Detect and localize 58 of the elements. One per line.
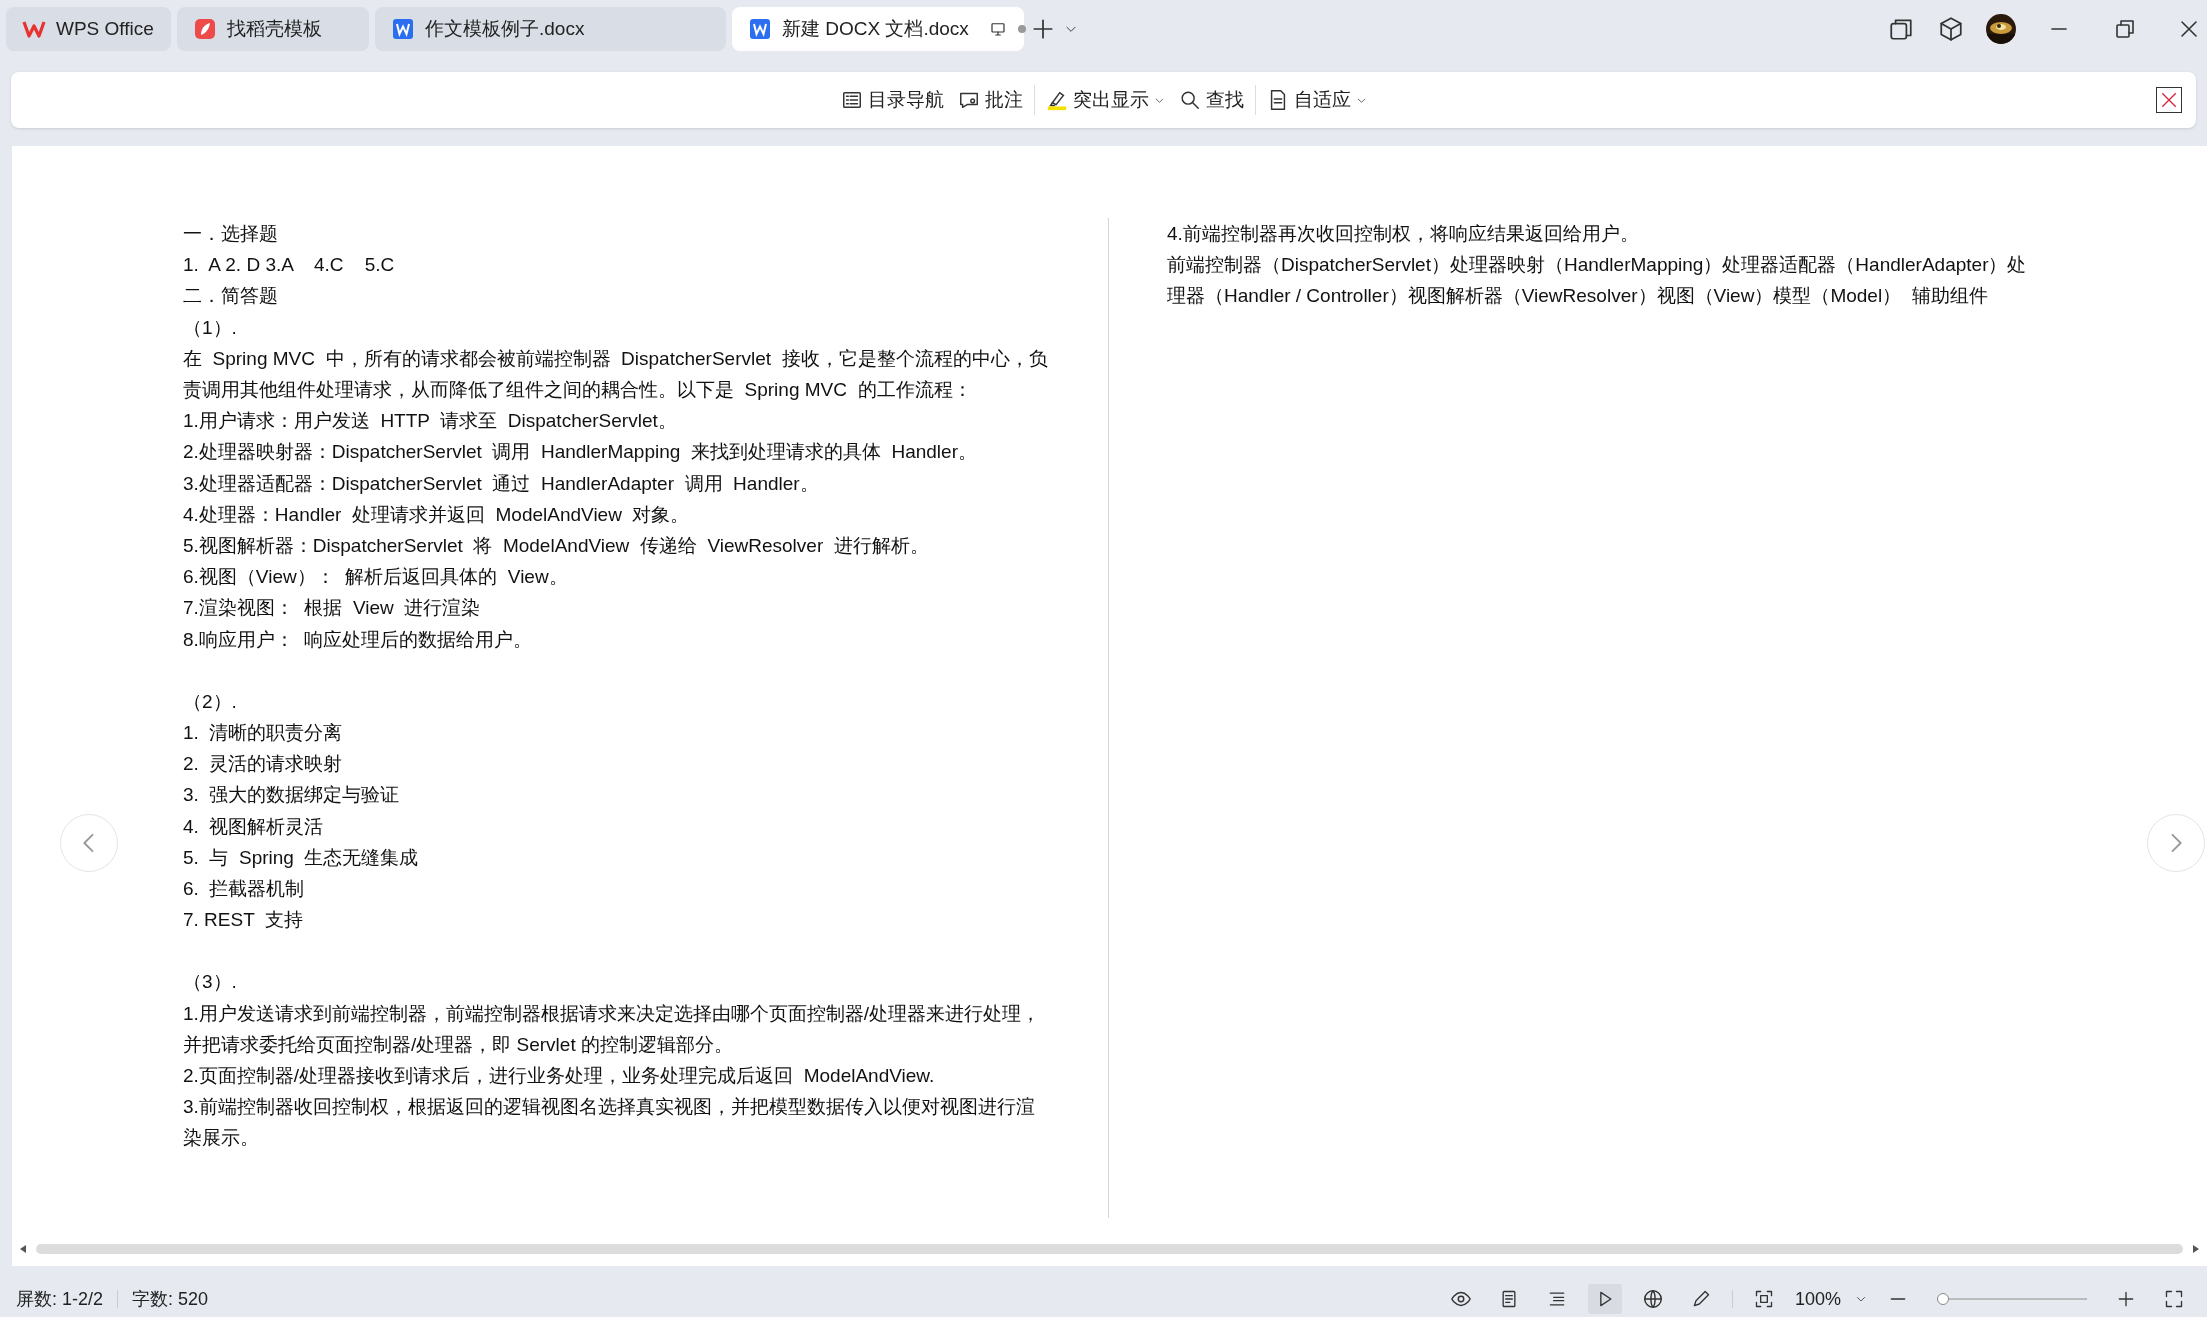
- highlighter-icon: [1045, 89, 1068, 111]
- cube-icon[interactable]: [1938, 16, 1964, 42]
- paragraph: 1.用户发送请求到前端控制器，前端控制器根据请求来决定选择由哪个页面控制器/处理器来进行处理，并把请求委托给页面控制器/处理器，即 Servlet 的控制逻辑部分。: [183, 1001, 1042, 1057]
- globe-icon[interactable]: [1641, 1288, 1664, 1310]
- word-count: 字数: 520: [132, 1288, 209, 1311]
- paragraph: 7. REST 支持: [183, 908, 304, 933]
- paragraph: 2. 灵活的请求映射: [183, 752, 344, 777]
- zoom-value[interactable]: 100%: [1794, 1288, 1841, 1310]
- paragraph: 二．简答题: [183, 284, 279, 309]
- paragraph: 一．选择题: [183, 222, 279, 246]
- paragraph: 4.处理器：Handler 处理请求并返回 ModelAndView 对象。: [183, 502, 691, 527]
- page-count: 屏数: 1-2/2: [16, 1288, 104, 1311]
- outline-icon: [840, 89, 863, 111]
- zoom-in-icon[interactable]: [2116, 1289, 2136, 1309]
- paragraph: 6. 拦截器机制: [183, 877, 306, 902]
- paragraph: 4.前端控制器再次收回控制权，将响应结果返回给用户。: [1167, 222, 1640, 246]
- dot-icon: [1016, 24, 1027, 34]
- horizontal-scrollbar[interactable]: [36, 1244, 2183, 1254]
- monitor-icon: [988, 20, 1007, 38]
- toolbar-button[interactable]: 突出显示: [1038, 83, 1172, 117]
- toolbar-button[interactable]: 自适应: [1259, 83, 1374, 117]
- restore-icon[interactable]: [2113, 17, 2137, 41]
- leaf-icon: [193, 17, 217, 41]
- tab[interactable]: WPS Office: [6, 7, 171, 51]
- close-button[interactable]: [2156, 87, 2182, 113]
- toolbar-button[interactable]: 批注: [950, 83, 1030, 117]
- paragraph: （1）.: [183, 315, 238, 340]
- paragraph: （3）.: [183, 970, 238, 995]
- paragraph: 5. 与 Spring 生态无缝集成: [183, 845, 420, 870]
- document-icon: [748, 17, 772, 41]
- paragraph: 1.用户请求：用户发送 HTTP 请求至 DispatcherServlet。: [183, 409, 678, 434]
- paragraph: （2）.: [183, 689, 238, 714]
- paragraph: 2.处理器映射器：DispatcherServlet 调用 HandlerMapping 来找到处理请求的具体 Handler。: [183, 440, 978, 465]
- paragraph: 1. 清晰的职责分离: [183, 721, 344, 746]
- scroll-right-icon[interactable]: [2191, 1244, 2201, 1254]
- paragraph: 在 Spring MVC 中，所有的请求都会被前端控制器 DispatcherServlet 接收，它是整个流程的中心，负责调用其他组件处理请求，从而降低了组件之间的耦合性。以下是 Spring MVC 的工作流程：: [183, 346, 1048, 402]
- toolbar-button[interactable]: 查找: [1171, 83, 1251, 117]
- fit-icon[interactable]: [1753, 1289, 1774, 1309]
- paragraph: 8.响应用户： 响应处理后的数据给用户。: [183, 627, 534, 652]
- tab[interactable]: 作文模板例子.docx: [375, 7, 726, 51]
- paragraph: 2.页面控制器/处理器接收到请求后，进行业务处理，业务处理完成后返回 ModelAndView.: [183, 1064, 936, 1089]
- slider-thumb[interactable]: [1937, 1293, 1949, 1305]
- paragraph: 1. A 2. D 3.A 4.C 5.C: [183, 253, 396, 278]
- tab[interactable]: 新建 DOCX 文档.docx: [732, 7, 1024, 51]
- tab[interactable]: 找稻壳模板: [177, 7, 369, 51]
- document-icon: [391, 17, 415, 41]
- fullscreen-icon[interactable]: [2164, 1289, 2184, 1309]
- paragraph: 4. 视图解析灵活: [183, 814, 325, 839]
- toolbar-button[interactable]: 目录导航: [833, 83, 951, 117]
- scroll-left-icon[interactable]: [18, 1244, 28, 1254]
- windows-icon[interactable]: [1888, 16, 1914, 42]
- paragraph: 前端控制器（DispatcherServlet）处理器映射（HandlerMapping）处理器适配器（HandlerAdapter）处理器（Handler / Controller）视图解析器（ViewResolver）视图（View）模型（Model） 辅助组件: [1167, 253, 2027, 309]
- paragraph: 3. 强大的数据绑定与验证: [183, 783, 401, 808]
- paragraph: 3.前端控制器收回控制权，根据返回的逻辑视图名选择真实视图，并把模型数据传入以便对视图进行渲染展示。: [183, 1095, 1036, 1151]
- paragraph: 6.视图（View）： 解析后返回具体的 View。: [183, 565, 569, 590]
- paragraph: 7.渲染视图： 根据 View 进行渲染: [183, 596, 482, 621]
- paragraph: 3.处理器适配器：DispatcherServlet 通过 HandlerAdapter 调用 Handler。: [183, 471, 820, 496]
- paragraph: 5.视图解析器：DispatcherServlet 将 ModelAndView 传递给 ViewResolver 进行解析。: [183, 534, 930, 559]
